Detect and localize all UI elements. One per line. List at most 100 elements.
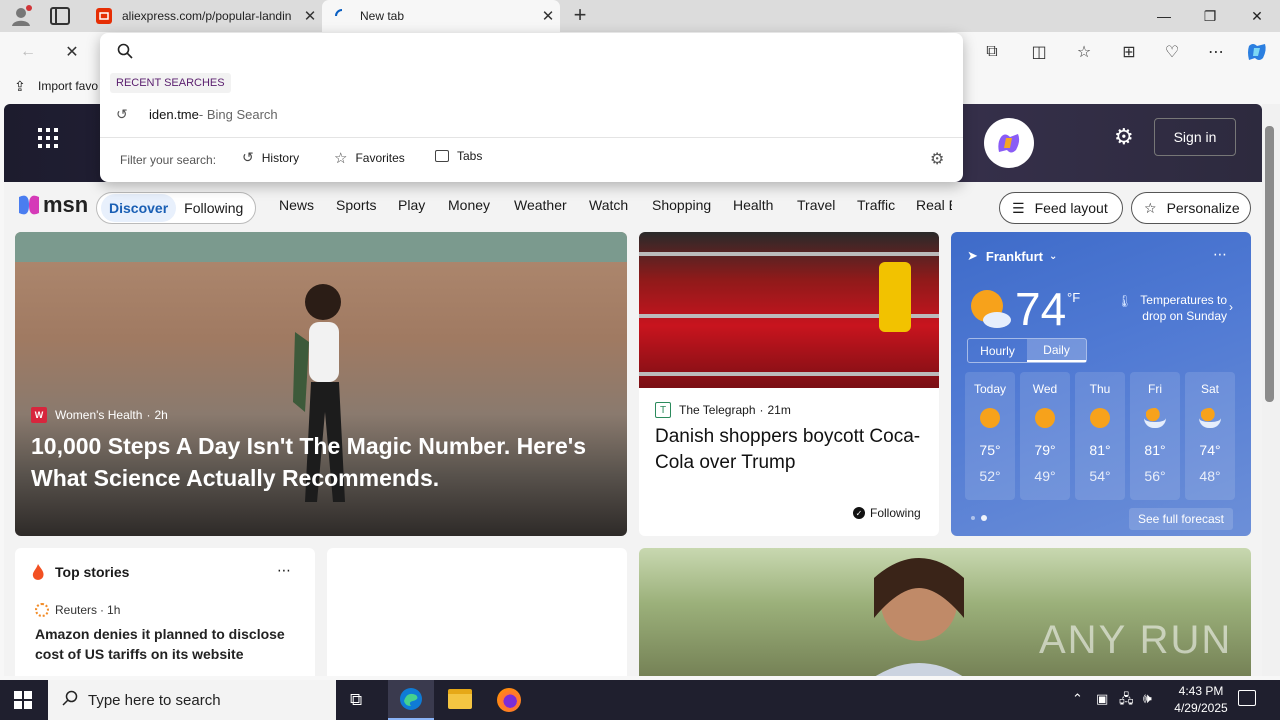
top-stories-more-icon[interactable]: ⋯	[277, 562, 291, 579]
forecast-day[interactable]: Wed 79° 49°	[1020, 372, 1070, 500]
taskbar-search-box[interactable]: Type here to search	[48, 680, 336, 720]
top-stories-title[interactable]: Top stories	[55, 564, 129, 580]
top-stories-card: Top stories ⋯ Reuters · 1h Amazon denies…	[15, 548, 315, 676]
current-temp: 74	[1015, 283, 1067, 335]
story-source-row: W Women's Health · 2h	[31, 407, 168, 423]
tab-following[interactable]: Following	[184, 200, 243, 216]
chevron-right-icon[interactable]: ›	[1229, 300, 1233, 314]
file-explorer-icon[interactable]	[448, 689, 472, 709]
search-icon	[62, 690, 78, 710]
edge-taskbar-icon[interactable]	[388, 680, 434, 720]
reuters-logo-icon	[35, 603, 49, 617]
nav-news[interactable]: News	[279, 197, 314, 213]
extensions-icon[interactable]: ⧉	[978, 38, 1006, 66]
nav-watch[interactable]: Watch	[589, 197, 628, 213]
filter-tabs[interactable]: Tabs	[435, 149, 482, 163]
coca-cola-shelf-image	[639, 232, 939, 388]
new-tab-button[interactable]: +	[568, 4, 592, 28]
weather-alert[interactable]: Temperatures to drop on Sunday	[1131, 292, 1227, 324]
nav-play[interactable]: Play	[398, 197, 425, 213]
split-screen-icon[interactable]: ◫	[1025, 38, 1053, 66]
network-icon[interactable]: 🖧	[1119, 690, 1134, 712]
nav-real-estate[interactable]: Real E	[916, 197, 952, 213]
minimize-icon[interactable]: —	[1141, 0, 1187, 32]
flame-icon	[31, 564, 45, 580]
stop-loading-icon[interactable]: ✕	[58, 38, 86, 66]
sunny-icon	[1090, 408, 1110, 428]
nav-money[interactable]: Money	[448, 197, 490, 213]
close-tab-icon[interactable]: ✕	[298, 7, 322, 25]
forecast-day[interactable]: Sat 74° 48°	[1185, 372, 1235, 500]
story2-headline[interactable]: Danish shoppers boycott Coca-Cola over T…	[655, 424, 925, 476]
app-launcher-icon[interactable]	[38, 128, 58, 148]
tab-discover[interactable]: Discover	[101, 194, 177, 222]
nav-health[interactable]: Health	[733, 197, 773, 213]
copilot-icon[interactable]	[1243, 38, 1271, 66]
nav-shopping[interactable]: Shopping	[652, 197, 711, 213]
filter-favorites[interactable]: ☆ Favorites	[334, 149, 405, 167]
top-story-headline[interactable]: Amazon denies it planned to disclose cos…	[35, 624, 295, 664]
temp-unit[interactable]: °F	[1067, 290, 1080, 305]
msn-logo[interactable]: msn	[16, 192, 88, 218]
hero-headline[interactable]: 10,000 Steps A Day Isn't The Magic Numbe…	[31, 430, 611, 494]
import-favorites-icon[interactable]: ⇪	[14, 78, 26, 95]
volume-icon[interactable]: 🕪	[1143, 690, 1152, 707]
location-row[interactable]: ➤ Frankfurt ⌄	[967, 248, 1057, 264]
personalize-button[interactable]: ☆ Personalize	[1131, 192, 1251, 224]
restore-icon[interactable]: ❐	[1187, 0, 1233, 32]
copilot-search-icon[interactable]	[984, 118, 1034, 168]
forecast-day[interactable]: Thu 81° 54°	[1075, 372, 1125, 500]
carousel-dots[interactable]	[971, 515, 987, 521]
anyrun-watermark: ANY RUN	[1039, 618, 1233, 662]
scrollbar-thumb[interactable]	[1265, 126, 1274, 402]
notifications-icon[interactable]	[1238, 690, 1256, 706]
back-icon[interactable]: ←	[14, 38, 42, 66]
sign-in-button[interactable]: Sign in	[1154, 118, 1236, 156]
recent-search-item[interactable]: ↺ iden.tme - Bing Search	[100, 99, 963, 129]
following-badge[interactable]: ✓ Following	[853, 506, 921, 520]
hero-story-card[interactable]: W Women's Health · 2h 10,000 Steps A Day…	[15, 232, 627, 536]
forecast-day[interactable]: Fri 81° 56°	[1130, 372, 1180, 500]
tab-hourly[interactable]: Hourly	[968, 339, 1027, 362]
nav-traffic[interactable]: Traffic	[857, 197, 895, 213]
windows-start-icon[interactable]	[14, 691, 32, 709]
clock-date[interactable]: 4/29/2025	[1166, 701, 1236, 715]
tab-strip: aliexpress.com/p/popular-landin ✕ New ta…	[0, 0, 1280, 32]
search-settings-gear-icon[interactable]: ⚙	[930, 149, 944, 169]
telegraph-story-card[interactable]: T The Telegraph · 21m Danish shoppers bo…	[639, 232, 939, 536]
filter-history[interactable]: ↺ History	[242, 149, 299, 166]
nav-sports[interactable]: Sports	[336, 197, 376, 213]
task-view-icon[interactable]: ⧉	[350, 690, 362, 710]
ad-card-placeholder	[327, 548, 627, 676]
weather-card[interactable]: ➤ Frankfurt ⌄ ⋯ 74 °F 🌡 Temperatures to …	[951, 232, 1251, 536]
search-icon	[117, 43, 133, 59]
see-full-forecast-button[interactable]: See full forecast	[1129, 508, 1233, 530]
tray-device-icon[interactable]: ▣	[1096, 691, 1108, 707]
profile-icon[interactable]	[10, 5, 32, 27]
close-window-icon[interactable]: ✕	[1234, 0, 1280, 32]
history-icon: ↺	[242, 149, 254, 165]
msn-nav: msn Discover Following News Sports Play …	[4, 182, 1262, 230]
settings-gear-icon[interactable]: ⚙	[1114, 124, 1134, 150]
tab-new-tab[interactable]: New tab ✕	[322, 0, 560, 32]
photo-story-card[interactable]: ANY RUN	[639, 548, 1251, 676]
tab-actions-icon[interactable]	[50, 7, 70, 25]
browser-essentials-icon[interactable]: ♡	[1158, 38, 1186, 66]
weather-more-icon[interactable]: ⋯	[1213, 246, 1227, 263]
tab-daily[interactable]: Daily	[1027, 339, 1086, 362]
feed-layout-button[interactable]: ☰ Feed layout	[999, 192, 1123, 224]
tray-chevron-up-icon[interactable]: ⌃	[1072, 691, 1083, 707]
personalize-icon: ☆	[1144, 199, 1157, 216]
favorites-icon[interactable]: ☆	[1070, 38, 1098, 66]
close-tab-icon[interactable]: ✕	[536, 7, 560, 25]
nav-travel[interactable]: Travel	[797, 197, 835, 213]
tab-aliexpress[interactable]: aliexpress.com/p/popular-landin ✕	[84, 0, 322, 32]
nav-weather[interactable]: Weather	[514, 197, 567, 213]
import-favorites-label[interactable]: Import favo	[38, 79, 98, 93]
forecast-day[interactable]: Today 75° 52°	[965, 372, 1015, 500]
more-menu-icon[interactable]: ⋯	[1202, 38, 1230, 66]
collections-icon[interactable]: ⊞	[1115, 38, 1143, 66]
address-input[interactable]	[144, 39, 944, 63]
firefox-icon[interactable]	[497, 688, 521, 712]
clock-time[interactable]: 4:43 PM	[1170, 684, 1232, 698]
